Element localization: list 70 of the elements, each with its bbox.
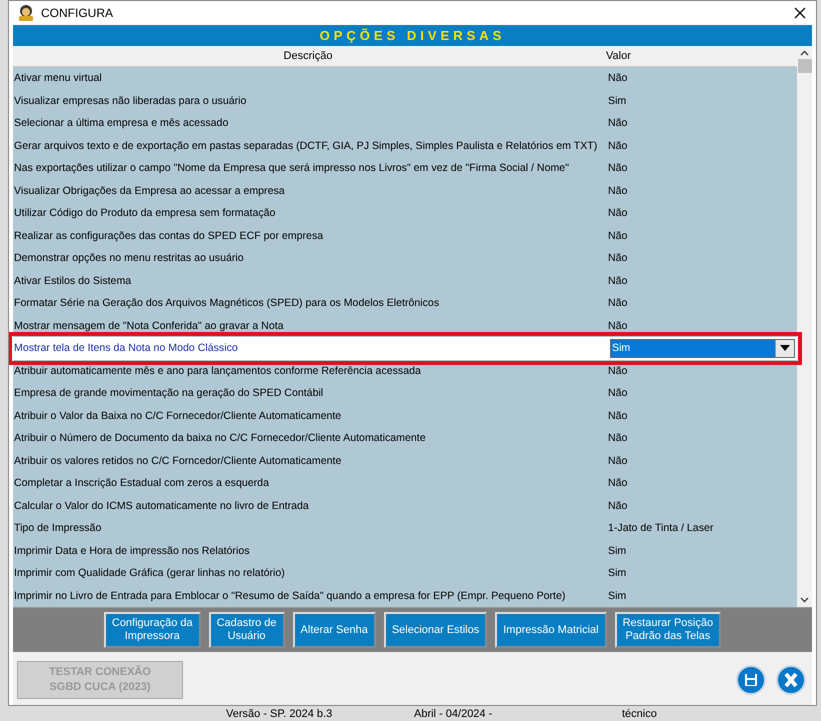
- toolbar-button[interactable]: Configuração da Impressora: [104, 612, 201, 648]
- section-banner: OPÇÕES DIVERSAS: [13, 25, 812, 46]
- table-cell: Não: [607, 297, 628, 310]
- table-cell: Não: [607, 410, 628, 422]
- table-cell-text: Tipo de Impressão: [13, 522, 102, 534]
- table-cell: Não: [607, 162, 628, 174]
- table-cell: Não: [607, 320, 628, 332]
- toolbar-button[interactable]: Restaurar Posição Padrão das Telas: [614, 612, 722, 648]
- table-cell-text: Atribuir o Valor da Baixa no C/C Fornecedor/Cliente Automaticamente: [13, 410, 342, 422]
- table-cell-text: Nas exportações utilizar o campo "Nome da Empresa que será impresso nos Livros" em vez de "Firma Social / Nome": [13, 162, 570, 174]
- table-cell: Sim: [607, 567, 626, 580]
- table-cell: Não: [607, 72, 628, 84]
- table-cell: Não: [607, 477, 628, 490]
- scroll-down-icon[interactable]: [800, 597, 809, 603]
- mascot-icon: [17, 4, 35, 22]
- table-cell: 1-Jato de Tinta / Laser: [607, 522, 714, 534]
- table-cell-text: Mostrar mensagem de "Nota Conferida" ao gravar a Nota: [13, 320, 285, 332]
- table-cell: Não: [607, 454, 628, 467]
- toolbar-button[interactable]: Selecionar Estilos: [384, 612, 488, 648]
- table-cell-text: Selecionar a última empresa e mês acessado: [13, 117, 230, 130]
- save-icon[interactable]: [736, 665, 766, 695]
- scroll-thumb[interactable]: [798, 59, 812, 73]
- table-cell: Não: [607, 207, 628, 220]
- table-cell-text: Utilizar Código do Produto da empresa sem formatação: [13, 207, 276, 220]
- table-cell-text: Realizar as configurações das contas do SPED ECF por empresa: [13, 230, 324, 242]
- table-cell-text: Imprimir no Livro de Entrada para Emblocar o "Resumo de Saída" quando a empresa for EPP (Empr. Pequeno Porte): [13, 590, 566, 602]
- table-cell-text: Gerar arquivos texto e de exportação em pastas separadas (DCTF, GIA, PJ Simples, Simples Paulista e Relatórios em TXT): [13, 140, 598, 152]
- table-cell-text: Ativar Estilos do Sistema: [13, 274, 132, 287]
- table-cell: Não: [607, 364, 628, 377]
- table-cell-text: Ativar menu virtual: [13, 72, 103, 84]
- window-title: CONFIGURA: [41, 6, 114, 20]
- table-cell: Não: [607, 274, 628, 287]
- table-cell-text: Visualizar Obrigações da Empresa ao acessar a empresa: [13, 184, 286, 197]
- table-cell-text: Atribuir automaticamente mês e ano para lançamentos conforme Referência acessada: [13, 364, 422, 377]
- close-icon[interactable]: [794, 7, 806, 19]
- scrollbar[interactable]: [797, 46, 812, 607]
- table-cell: Não: [607, 387, 628, 400]
- table-cell-text: Atribuir os valores retidos no C/C Forncedor/Cliente Automaticamente: [13, 454, 342, 467]
- table-cell-text: Atribuir o Número de Documento da baixa no C/C Fornecedor/Cliente Automaticamente: [13, 432, 427, 444]
- scroll-up-icon[interactable]: [800, 50, 809, 56]
- table-cell: Não: [607, 230, 628, 242]
- value-dropdown[interactable]: Sim: [610, 338, 795, 358]
- table-cell-text: Mostrar tela de Itens da Nota no Modo Clássico: [13, 342, 239, 354]
- status-text: Versão - SP. 2024 b.3: [226, 708, 334, 720]
- table-cell: Sim: [607, 590, 626, 602]
- toolbar-button[interactable]: Alterar Senha: [292, 612, 376, 648]
- table-cell-text: Empresa de grande movimentação na geração do SPED Contábil: [13, 387, 324, 400]
- table-cell: Não: [607, 500, 628, 512]
- table-cell-text: Completar a Inscrição Estadual com zeros a esquerda: [13, 477, 270, 490]
- column-header[interactable]: Descrição: [13, 50, 603, 62]
- table-cell: Não: [607, 432, 628, 444]
- column-header[interactable]: Valor: [603, 50, 631, 62]
- table-cell-text: Imprimir Data e Hora de impressão nos Relatórios: [13, 544, 251, 557]
- table-cell: Sim: [607, 94, 626, 107]
- table-cell-text: Calcular o Valor do ICMS automaticamente no livro de Entrada: [13, 500, 310, 512]
- selected-row[interactable]: Mostrar tela de Itens da Nota no Modo Clássico Sim: [13, 337, 797, 360]
- toolbar-button[interactable]: Cadastro de Usuário: [208, 612, 285, 648]
- caret-icon: [780, 345, 790, 352]
- table-cell: Não: [607, 184, 628, 197]
- status-text: técnico: [622, 708, 657, 720]
- table-cell: Não: [607, 252, 628, 264]
- table-cell-text: Visualizar empresas não liberadas para o usuário: [13, 94, 248, 107]
- toolbar-button[interactable]: Impressão Matricial: [495, 612, 607, 648]
- table-cell-text: Demonstrar opções no menu restritas ao usuário: [13, 252, 245, 264]
- table-cell: Não: [607, 140, 628, 152]
- table-cell-text: Formatar Série na Geração dos Arquivos Magnéticos (SPED) para os Modelos Eletrônicos: [13, 297, 440, 310]
- status-text: Abril - 04/2024 -: [414, 708, 494, 720]
- table-cell-text: Imprimir com Qualidade Gráfica (gerar linhas no relatório): [13, 567, 286, 580]
- table-cell: Sim: [607, 544, 626, 557]
- table-cell: Não: [607, 117, 628, 130]
